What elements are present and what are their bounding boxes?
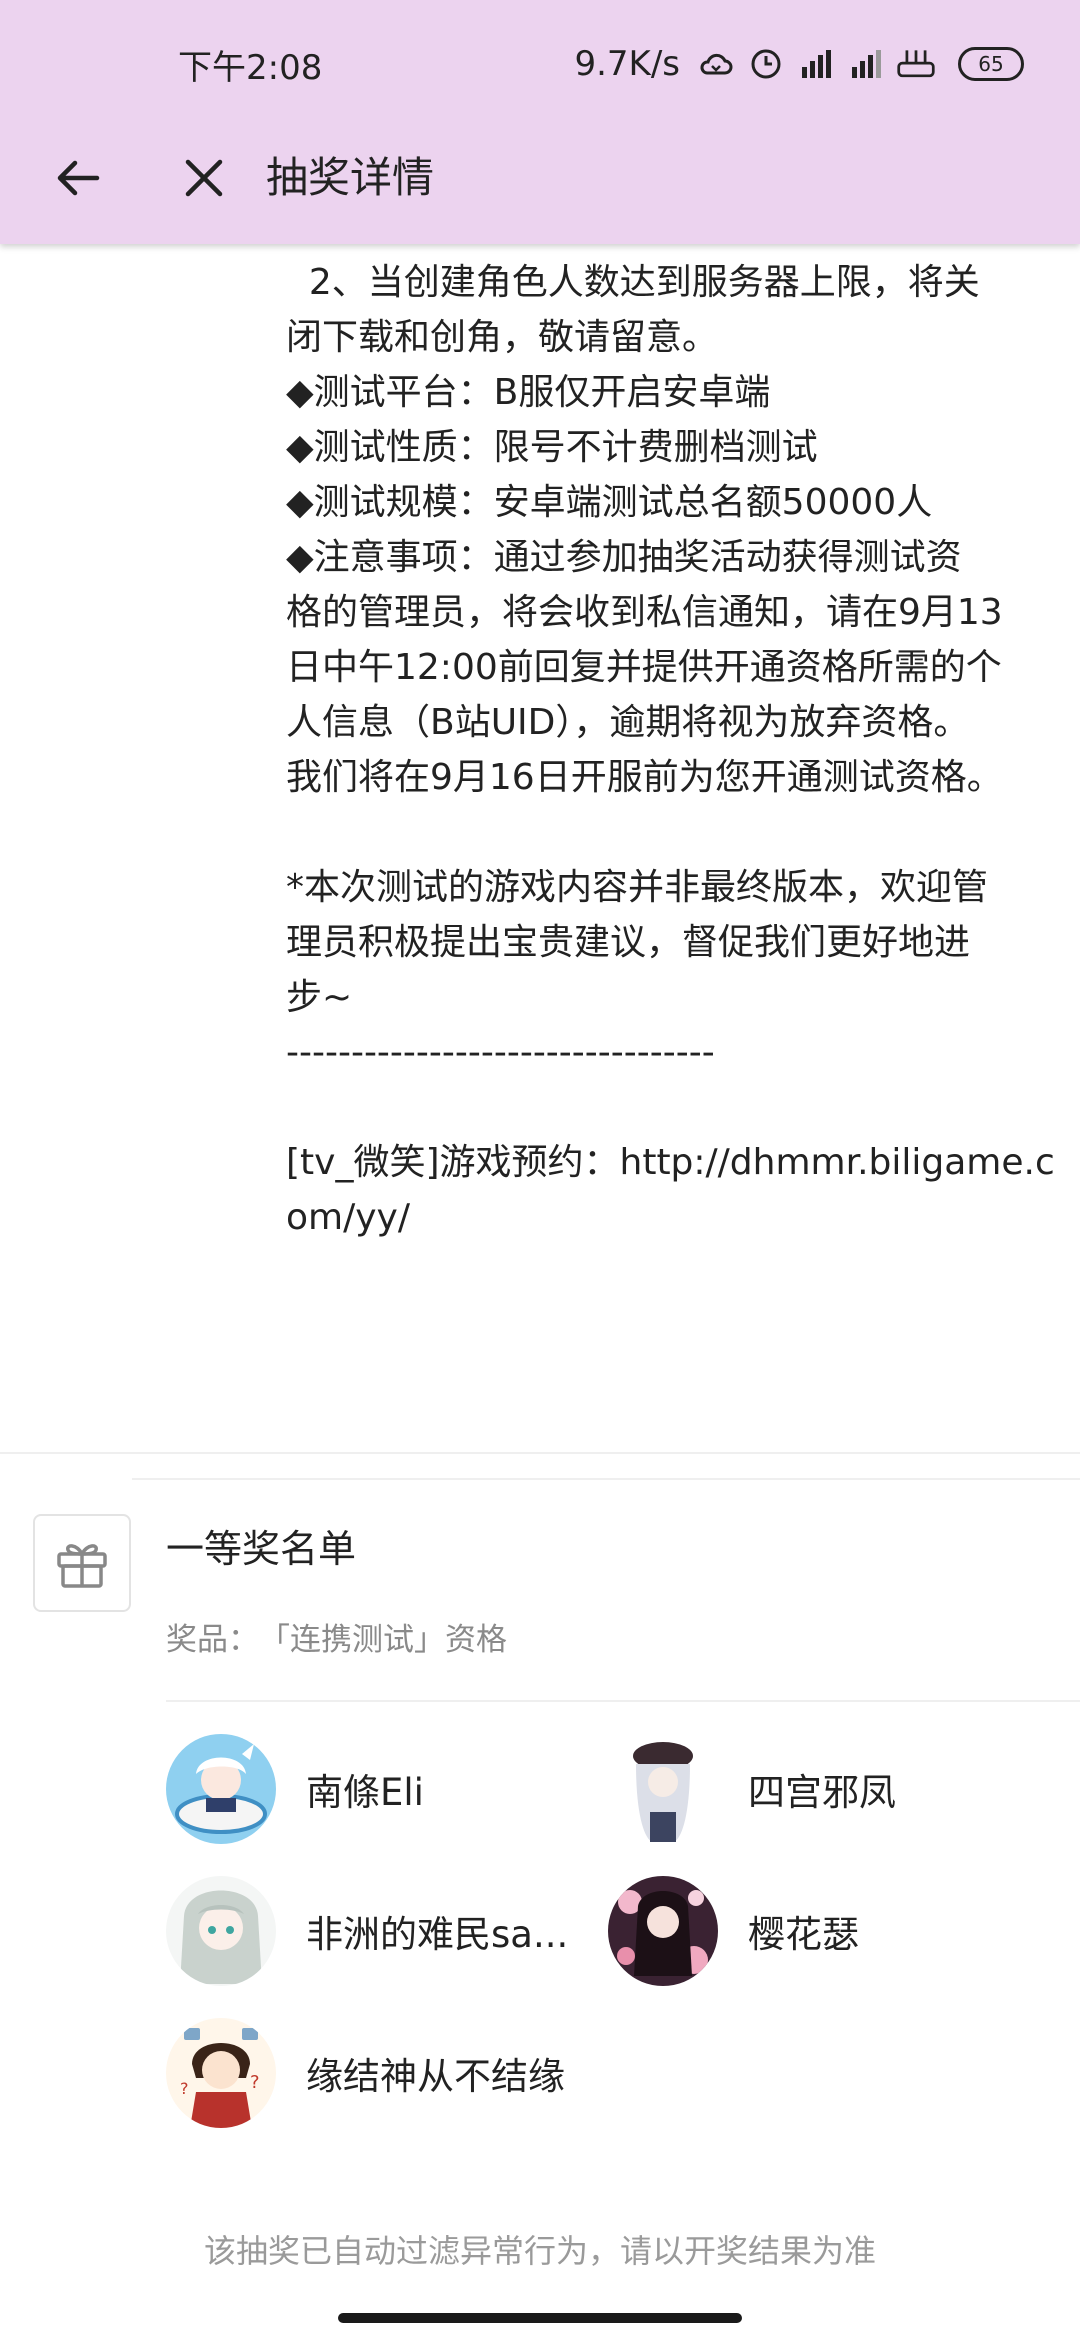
winner-item[interactable]: 樱花瑟 <box>608 1876 859 1986</box>
description-line: 人信息（B站UID），逾期将视为放弃资格。 <box>286 702 970 743</box>
description-line: *本次测试的游戏内容并非最终版本，欢迎管 <box>286 867 989 908</box>
description-line <box>286 1080 1056 1135</box>
reservation-link[interactable]: [tv_微笑]游戏预约：http://dhmmr.biligame.c <box>286 1135 1056 1190</box>
avatar[interactable]: ? ? <box>166 2018 276 2128</box>
avatar[interactable] <box>166 1734 276 1844</box>
description-line: ◆测试性质：限号不计费删档测试 <box>286 427 818 468</box>
reservation-link[interactable]: om/yy/ <box>286 1190 1056 1245</box>
home-indicator[interactable] <box>338 2313 742 2323</box>
lottery-description: 大版本场景，即可获得测试资格， 2、当创建角色人数达到服务器上限，将关 闭下载和… <box>286 244 1056 1245</box>
avatar[interactable] <box>166 1876 276 1986</box>
description-line: ◆注意事项：通过参加抽奖活动获得测试资 <box>286 537 962 578</box>
battery-icon: 65 <box>958 47 1024 81</box>
section-divider <box>0 1452 1080 1454</box>
description-line: 大版本场景，即可获得测试资格， <box>286 244 1056 255</box>
winner-name[interactable]: 四宫邪凤 <box>748 1762 896 1816</box>
prize-label: 奖品： <box>166 1622 259 1658</box>
alarm-icon <box>746 44 786 84</box>
winner-item[interactable]: 非洲的难民sa... <box>166 1876 568 1986</box>
app-bar: 抽奖详情 <box>0 120 1080 244</box>
top-bar: 下午2:08 9.7K/s 65 抽奖详情 <box>0 0 1080 244</box>
close-icon <box>185 159 223 197</box>
description-line: 理员积极提出宝贵建议，督促我们更好地进 <box>286 922 971 963</box>
description-line: --------------------------------- <box>286 1032 715 1073</box>
svg-text:?: ? <box>250 2072 260 2093</box>
description-line: ◆测试平台：B服仅开启安卓端 <box>286 372 771 413</box>
description-line <box>286 805 1056 860</box>
footer-note: 该抽奖已自动过滤异常行为，请以开奖结果为准 <box>203 2232 876 2270</box>
description-line: 步~ <box>286 977 353 1018</box>
prize-divider <box>166 1700 1080 1702</box>
prize-description: 奖品： 「连携测试」资格 <box>166 1614 507 1659</box>
svg-text:?: ? <box>180 2079 189 2098</box>
close-button[interactable] <box>170 144 238 212</box>
arrow-left-icon <box>57 160 100 196</box>
winner-item[interactable]: 四宫邪凤 <box>608 1734 896 1844</box>
winner-name[interactable]: 樱花瑟 <box>748 1904 859 1958</box>
gift-icon <box>33 1514 131 1612</box>
description-line: 我们将在9月16日开服前为您开通测试资格。 <box>286 757 1003 798</box>
winner-item[interactable]: 南條Eli <box>166 1734 424 1844</box>
avatar[interactable] <box>608 1876 718 1986</box>
prize-value: 「连携测试」资格 <box>259 1622 507 1658</box>
avatar[interactable] <box>608 1734 718 1844</box>
description-line: 格的管理员，将会收到私信通知，请在9月13 <box>286 592 1003 633</box>
status-bar: 下午2:08 9.7K/s 65 <box>0 0 1080 120</box>
winner-name[interactable]: 非洲的难民sa... <box>306 1904 568 1958</box>
content-area[interactable]: 大版本场景，即可获得测试资格， 2、当创建角色人数达到服务器上限，将关 闭下载和… <box>0 244 1080 2340</box>
back-button[interactable] <box>44 144 112 212</box>
winner-item[interactable]: ? ? 缘结神从不结缘 <box>166 2018 565 2128</box>
cloud-icon <box>696 44 736 84</box>
network-speed: 9.7K/s <box>574 44 680 84</box>
signal-icon <box>796 44 836 84</box>
description-line: ◆测试规模：安卓端测试总名额50000人 <box>286 482 933 523</box>
winner-name[interactable]: 缘结神从不结缘 <box>306 2046 565 2100</box>
router-icon <box>896 44 936 84</box>
status-indicators: 9.7K/s 65 <box>574 40 1024 88</box>
description-line: 日中午12:00前回复并提供开通资格所需的个 <box>286 647 1002 688</box>
section-divider <box>132 1478 1080 1480</box>
winner-name[interactable]: 南條Eli <box>306 1762 424 1816</box>
description-line: 2、当创建角色人数达到服务器上限，将关 <box>286 262 980 303</box>
signal-2-icon <box>846 44 886 84</box>
status-time: 下午2:08 <box>178 48 323 88</box>
description-line: 闭下载和创角，敬请留意。 <box>286 317 719 358</box>
page-title: 抽奖详情 <box>266 153 435 202</box>
prize-tier-title: 一等奖名单 <box>166 1527 357 1571</box>
